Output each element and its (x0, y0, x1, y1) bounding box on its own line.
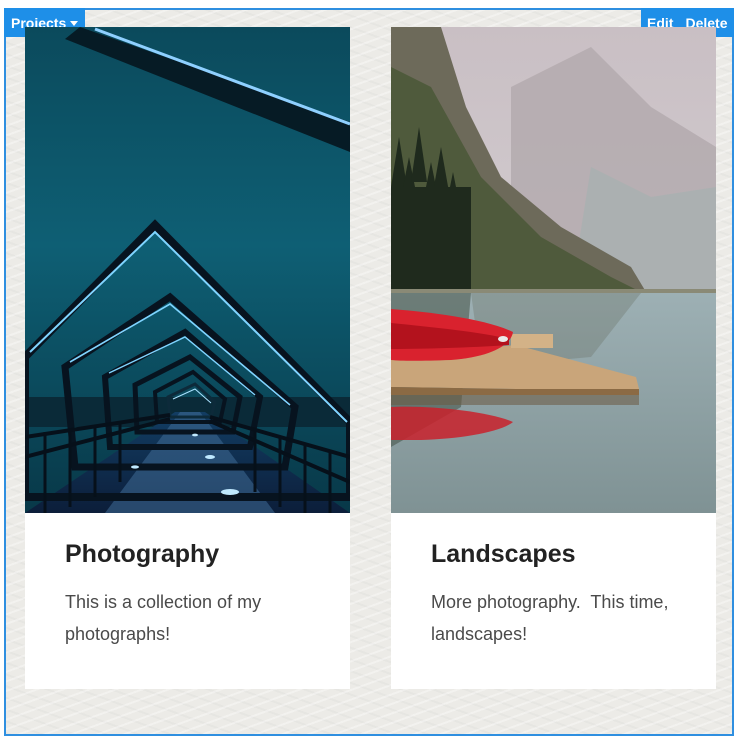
bridge-tunnel-photo[interactable] (25, 27, 350, 513)
card-title[interactable]: Landscapes (431, 540, 576, 569)
card-title[interactable]: Photography (65, 540, 219, 569)
card-description: This is a collection of my photographs! (65, 592, 267, 644)
caret-down-icon (70, 21, 79, 26)
project-card-landscapes[interactable]: Landscapes More photography. This time, … (391, 27, 716, 689)
project-card-photography[interactable]: Photography This is a collection of my p… (25, 27, 350, 689)
mountain-lake-photo[interactable] (391, 27, 716, 513)
card-description: More photography. This time, landscapes! (431, 592, 674, 644)
